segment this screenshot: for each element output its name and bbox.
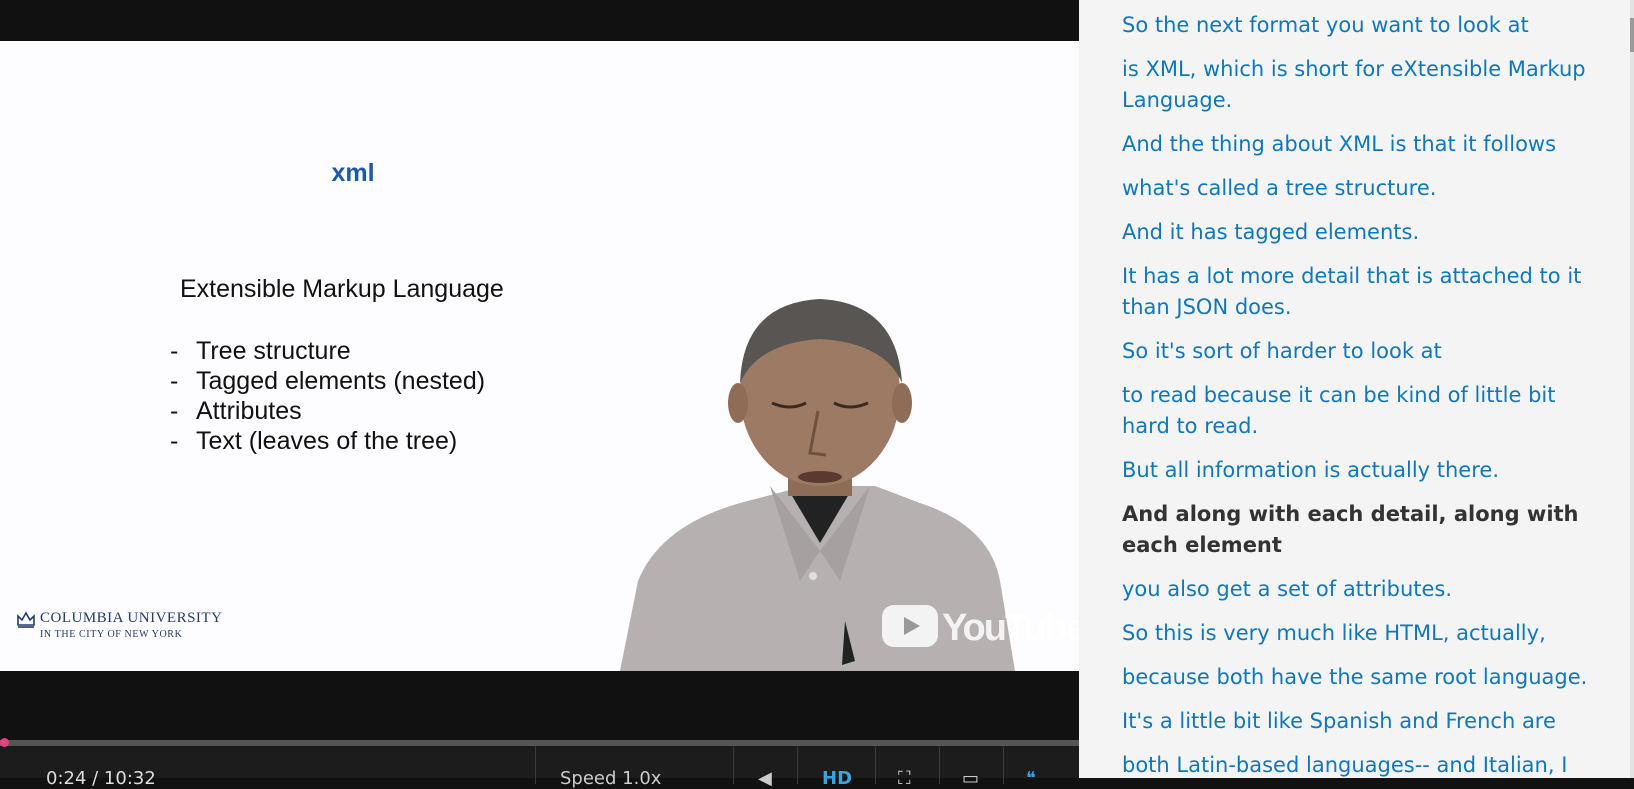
youtube-wordmark: YouTube xyxy=(942,607,1079,649)
time-display: 0:24 / 10:32 xyxy=(46,768,156,789)
transcript-line[interactable]: So it's sort of harder to look at xyxy=(1122,336,1604,367)
transcript-list: So the next format you want to look at i… xyxy=(1079,0,1604,778)
transcript-line[interactable]: because both have the same root language… xyxy=(1122,662,1604,693)
volume-icon: ◀ xyxy=(758,768,772,789)
hd-label: HD xyxy=(822,768,853,789)
transcript-line[interactable]: It has a lot more detail that is attache… xyxy=(1122,261,1604,323)
fullscreen-icon: ⛶ xyxy=(898,768,911,789)
slide-bullet: Text (leaves of the tree) xyxy=(170,426,485,456)
captions-icon: ▭ xyxy=(962,768,980,789)
player-controls: 0:24 / 10:32 Speed 1.0x ◀ HD ⛶ ▭ ❝ xyxy=(0,738,1079,789)
transcript-line[interactable]: is XML, which is short for eXtensible Ma… xyxy=(1122,54,1604,116)
slide-subtitle: Extensible Markup Language xyxy=(180,275,504,303)
speed-label: Speed 1.0x xyxy=(560,768,662,789)
youtube-watermark: YouTube xyxy=(882,605,1079,649)
transcript-line[interactable]: But all information is actually there. xyxy=(1122,455,1604,486)
transcript-line[interactable]: to read because it can be kind of little… xyxy=(1122,380,1604,442)
transcript-line[interactable]: And it has tagged elements. xyxy=(1122,217,1604,248)
transcript-line[interactable]: And the thing about XML is that it follo… xyxy=(1122,129,1604,160)
logo-line-2: IN THE CITY OF NEW YORK xyxy=(40,629,183,640)
transcript-line[interactable]: both Latin-based languages-- and Italian… xyxy=(1122,750,1604,778)
transcript-line[interactable]: what's called a tree structure. xyxy=(1122,173,1604,204)
video-frame[interactable]: xml Extensible Markup Language Tree stru… xyxy=(0,41,1079,671)
scrollbar-thumb[interactable] xyxy=(1630,18,1634,52)
transcript-panel[interactable]: So the next format you want to look at i… xyxy=(1079,0,1634,778)
transcript-scrollbar[interactable] xyxy=(1630,0,1634,778)
transcript-line[interactable]: you also get a set of attributes. xyxy=(1122,574,1604,605)
volume-button[interactable]: ◀ xyxy=(733,746,798,789)
transcript-line[interactable]: It's a little bit like Spanish and Frenc… xyxy=(1122,706,1604,737)
transcript-line[interactable]: So the next format you want to look at xyxy=(1122,10,1604,41)
captions-button[interactable]: ▭ xyxy=(939,746,1004,789)
transcript-line[interactable]: So this is very much like HTML, actually… xyxy=(1122,618,1604,649)
fullscreen-button[interactable]: ⛶ xyxy=(875,746,940,789)
transcript-toggle-button[interactable]: ❝ xyxy=(1003,746,1080,789)
crown-icon xyxy=(17,611,35,628)
transcript-icon: ❝ xyxy=(1026,768,1036,789)
slide-title: xml xyxy=(331,159,375,187)
logo-line-1: COLUMBIA UNIVERSITY xyxy=(40,610,223,626)
transcript-line-active[interactable]: And along with each detail, along with e… xyxy=(1122,499,1604,561)
slide-bullet: Attributes xyxy=(170,396,485,426)
video-player[interactable]: xml Extensible Markup Language Tree stru… xyxy=(0,0,1079,789)
speed-button[interactable]: Speed 1.0x xyxy=(535,746,734,789)
slide-bullet-list: Tree structure Tagged elements (nested) … xyxy=(170,336,485,456)
play-icon xyxy=(882,605,938,647)
slide-bullet: Tree structure xyxy=(170,336,485,366)
hd-button[interactable]: HD xyxy=(797,746,876,789)
slide-bullet: Tagged elements (nested) xyxy=(170,366,485,396)
progress-handle[interactable] xyxy=(0,738,10,747)
